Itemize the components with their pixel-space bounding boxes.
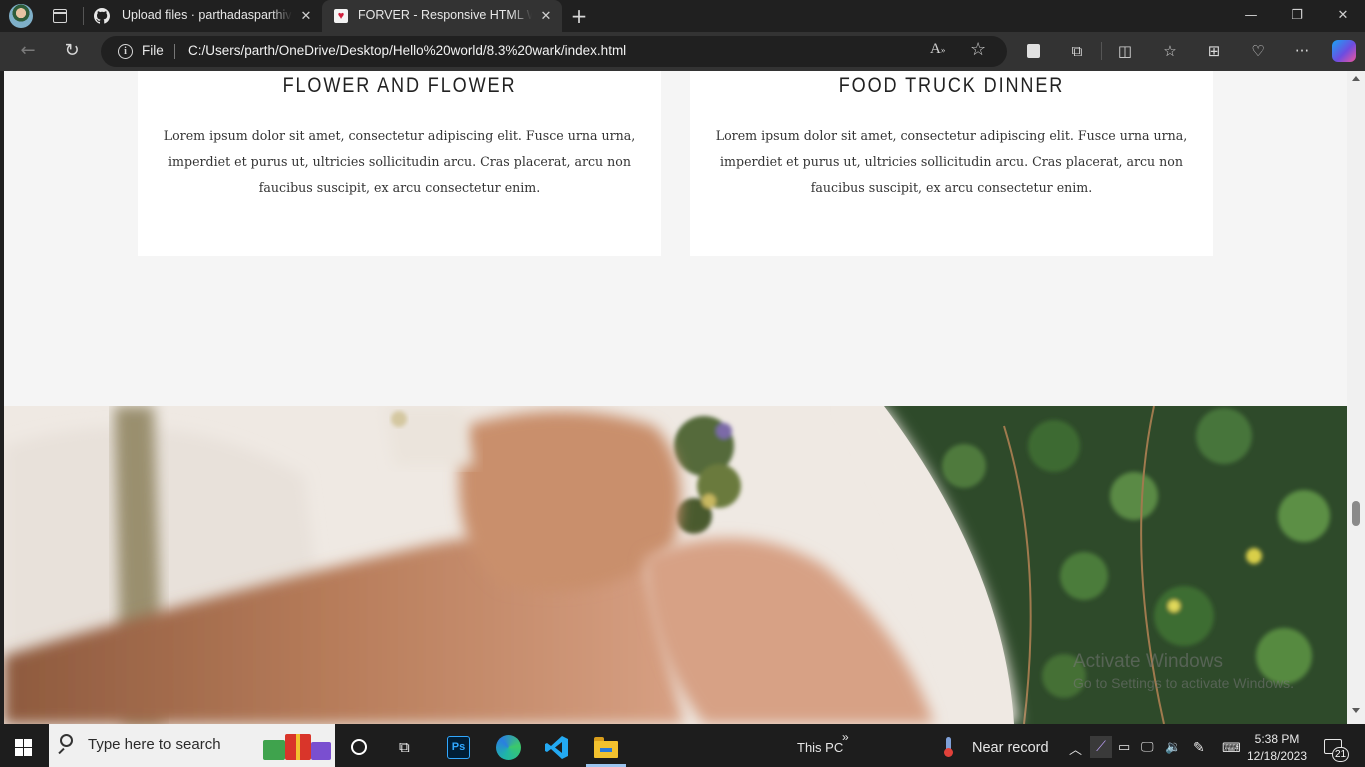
holiday-gifts-icon (263, 732, 333, 760)
notification-count-badge: 21 (1332, 747, 1350, 762)
scroll-up-arrow-icon[interactable] (1352, 76, 1360, 81)
search-placeholder: Type here to search (88, 736, 221, 753)
pen-workspace-icon[interactable]: ✎ (1193, 739, 1205, 756)
read-aloud-icon[interactable]: A» (930, 41, 945, 58)
page-viewport: FLOWER AND FLOWER Lorem ipsum dolor sit … (4, 71, 1347, 724)
service-card: FLOWER AND FLOWER Lorem ipsum dolor sit … (138, 71, 661, 256)
network-icon[interactable]: 🖵 (1141, 739, 1154, 755)
clock-time: 5:38 PM (1254, 732, 1300, 746)
thermometer-icon[interactable] (944, 737, 953, 757)
split-screen-icon[interactable]: ◫ (1114, 40, 1136, 62)
toolbar-expand-chevron-icon[interactable]: » (842, 730, 849, 744)
close-window-icon[interactable]: ✕ (1320, 0, 1365, 32)
back-icon[interactable]: ← (17, 40, 39, 62)
service-card: FOOD TRUCK DINNER Lorem ipsum dolor sit … (690, 71, 1213, 256)
file-explorer-icon[interactable] (594, 737, 618, 758)
github-icon (94, 8, 110, 24)
new-tab-button[interactable]: + (566, 4, 592, 28)
tab-title: Upload files · parthadasparthiv/8.3 (122, 8, 292, 22)
favorites-icon[interactable]: ☆ (1159, 40, 1181, 62)
info-icon[interactable]: i (118, 44, 133, 59)
task-view-icon[interactable]: ⧉ (399, 739, 417, 756)
this-pc-toolbar-label[interactable]: This PC (797, 740, 843, 755)
close-tab-icon[interactable]: ✕ (538, 7, 554, 25)
edge-icon[interactable] (496, 735, 521, 760)
tab-actions-icon[interactable] (1022, 40, 1044, 62)
tab-upload-files[interactable]: Upload files · parthadasparthiv/8.3 ✕ (86, 0, 322, 32)
card-title: FOOD TRUCK DINNER (838, 74, 1065, 97)
hidden-icons-chevron-icon[interactable]: ︿ (1069, 739, 1082, 758)
volume-icon[interactable]: 🔉 (1165, 739, 1181, 755)
photoshop-icon[interactable]: Ps (447, 736, 470, 759)
copilot-icon[interactable] (1332, 40, 1356, 62)
taskbar-search-box[interactable]: Type here to search (49, 724, 335, 767)
scroll-thumb[interactable] (1352, 501, 1360, 526)
weather-text[interactable]: Near record (972, 740, 1049, 756)
search-icon (60, 734, 73, 747)
collections-icon[interactable]: ⊞ (1203, 40, 1225, 62)
clock[interactable]: 5:38 PM 12/18/2023 (1246, 731, 1308, 765)
browser-essentials-icon[interactable]: ♡ (1247, 40, 1269, 62)
battery-icon[interactable]: ▭ (1118, 739, 1130, 755)
vscode-icon[interactable] (545, 735, 569, 760)
cortana-icon[interactable] (351, 739, 367, 755)
profile-avatar[interactable] (9, 4, 33, 28)
heart-favicon-icon: ♥ (334, 9, 348, 23)
address-bar[interactable]: i File C:/Users/parth/OneDrive/Desktop/H… (101, 36, 1007, 67)
page-scrollbar[interactable] (1347, 71, 1365, 724)
clock-date: 12/18/2023 (1246, 749, 1308, 763)
watermark-title: Activate Windows (1073, 651, 1223, 672)
activate-windows-watermark: Activate Windows Go to Settings to activ… (1073, 651, 1294, 691)
favorite-star-icon[interactable]: ☆ (970, 39, 986, 60)
more-options-icon[interactable]: ··· (1291, 40, 1313, 62)
tab-strip: Upload files · parthadasparthiv/8.3 ✕ ♥ … (0, 0, 1365, 32)
keyboard-icon[interactable]: ⌨ (1222, 740, 1241, 756)
tab-forver[interactable]: ♥ FORVER - Responsive HTML Wedding Templ… (322, 0, 562, 32)
tab-title: FORVER - Responsive HTML Wedding Templat… (358, 8, 532, 22)
scheme-label[interactable]: File (142, 43, 164, 58)
extensions-icon[interactable]: ⧉ (1066, 40, 1088, 62)
pen-tray-icon[interactable]: ⟋ (1090, 736, 1112, 758)
watermark-subtitle: Go to Settings to activate Windows. (1073, 675, 1294, 691)
url-text[interactable]: C:/Users/parth/OneDrive/Desktop/Hello%20… (188, 43, 626, 58)
close-tab-icon[interactable]: ✕ (298, 7, 314, 25)
minimize-icon[interactable]: — (1228, 0, 1274, 32)
card-text: Lorem ipsum dolor sit amet, consectetur … (163, 128, 636, 195)
refresh-icon[interactable]: ↻ (61, 40, 83, 62)
scroll-down-arrow-icon[interactable] (1352, 708, 1360, 713)
windows-start-icon[interactable] (15, 739, 32, 756)
workspaces-icon[interactable] (53, 9, 67, 23)
restore-icon[interactable]: ❐ (1274, 0, 1320, 32)
card-text: Lorem ipsum dolor sit amet, consectetur … (715, 128, 1188, 195)
card-title: FLOWER AND FLOWER (282, 74, 517, 97)
